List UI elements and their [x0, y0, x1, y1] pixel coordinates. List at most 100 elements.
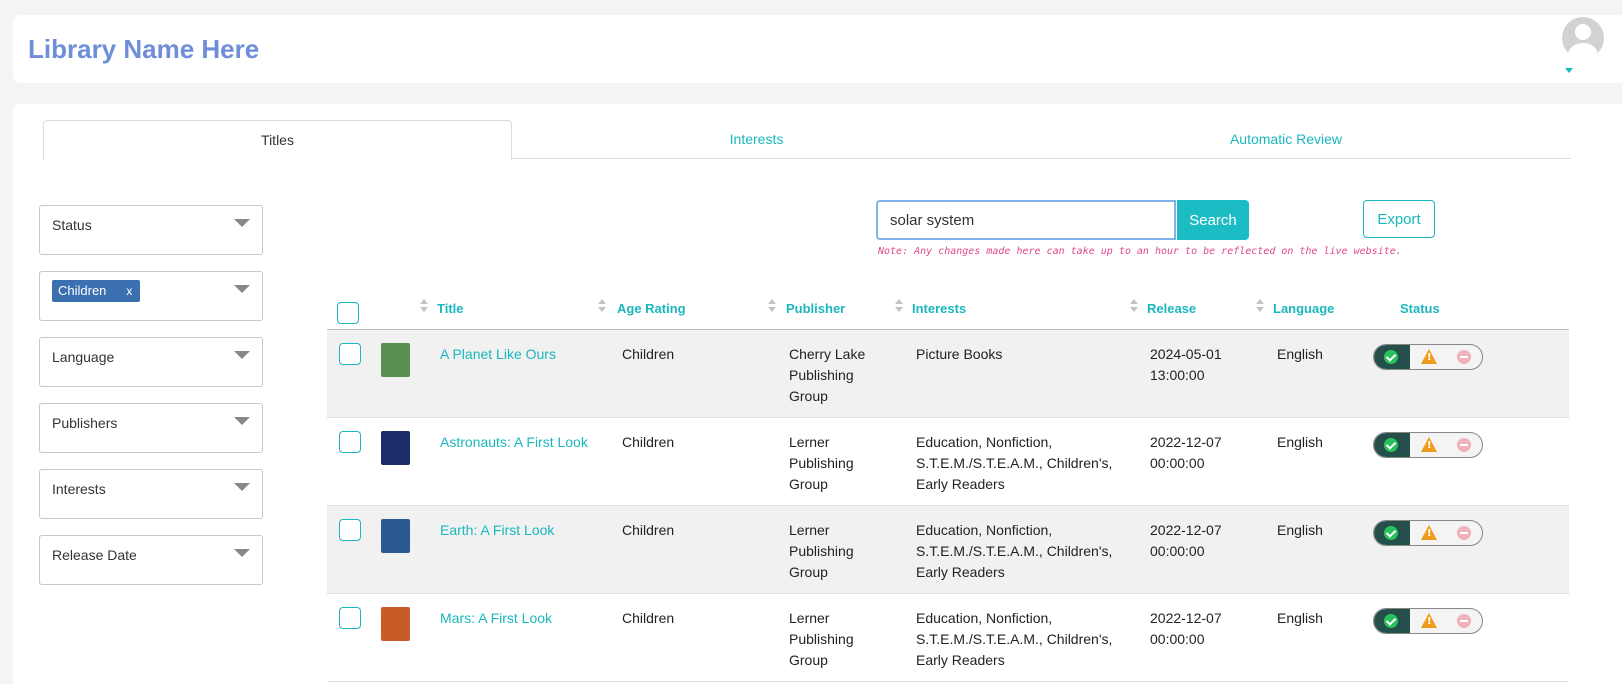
release-cell: 2022-12-07 00:00:00 [1150, 434, 1222, 471]
minus-icon [1457, 526, 1471, 540]
sort-icon[interactable] [1130, 299, 1138, 315]
age-rating-cell: Children [622, 434, 675, 450]
search-button[interactable]: Search [1177, 200, 1249, 240]
reject-button[interactable] [1447, 433, 1482, 457]
warning-icon [1421, 613, 1437, 628]
language-filter-label: Language [52, 349, 115, 365]
row-checkbox[interactable] [339, 343, 361, 365]
col-interests[interactable]: Interests [912, 301, 966, 316]
language-filter[interactable]: Language [39, 337, 263, 387]
sort-icon[interactable] [1256, 299, 1264, 315]
interests-cell: Picture Books [916, 346, 1003, 362]
book-cover-thumbnail[interactable] [381, 343, 410, 377]
age-rating-cell: Children [622, 346, 675, 362]
title-link[interactable]: Astronauts: A First Look [440, 432, 605, 453]
select-all-checkbox[interactable] [337, 302, 359, 324]
chevron-down-icon [234, 219, 250, 227]
release-date-filter[interactable]: Release Date [39, 535, 263, 585]
chip-label: Children [58, 283, 107, 298]
user-avatar-icon[interactable] [1562, 17, 1604, 59]
release-date-filter-label: Release Date [52, 547, 137, 563]
col-age-rating[interactable]: Age Rating [617, 301, 686, 316]
approve-button[interactable] [1374, 345, 1410, 369]
export-button[interactable]: Export [1363, 200, 1435, 238]
review-button[interactable] [1411, 345, 1447, 369]
warning-icon [1421, 525, 1437, 540]
table-row: A Planet Like Ours Children Cherry Lake … [327, 330, 1569, 418]
col-title[interactable]: Title [437, 301, 464, 316]
age-rating-cell: Children [622, 522, 675, 538]
language-cell: English [1277, 522, 1323, 538]
reject-button[interactable] [1447, 609, 1482, 633]
chip-remove-icon[interactable]: x [120, 280, 140, 302]
publisher-cell: Cherry Lake Publishing Group [789, 346, 866, 404]
sort-icon[interactable] [598, 299, 606, 315]
language-cell: English [1277, 434, 1323, 450]
title-link[interactable]: A Planet Like Ours [440, 344, 605, 365]
col-status: Status [1400, 301, 1440, 316]
sort-icon[interactable] [420, 299, 428, 315]
row-checkbox[interactable] [339, 431, 361, 453]
col-language[interactable]: Language [1273, 301, 1334, 316]
tab-titles[interactable]: Titles [43, 120, 512, 160]
book-cover-thumbnail[interactable] [381, 431, 410, 465]
publisher-cell: Lerner Publishing Group [789, 610, 854, 668]
tab-automatic-review[interactable]: Automatic Review [1001, 120, 1571, 159]
check-icon [1384, 526, 1398, 540]
note-text: Note: Any changes made here can take up … [878, 246, 1402, 257]
top-bar: Library Name Here [13, 15, 1622, 83]
titles-table: Title Age Rating Publisher Interests Rel… [327, 285, 1569, 682]
interests-cell: Education, Nonfiction, S.T.E.M./S.T.E.A.… [916, 522, 1113, 580]
check-icon [1384, 350, 1398, 364]
chevron-down-icon [234, 285, 250, 293]
reject-button[interactable] [1447, 521, 1482, 545]
title-link[interactable]: Mars: A First Look [440, 608, 605, 629]
interests-filter[interactable]: Interests [39, 469, 263, 519]
col-release[interactable]: Release [1147, 301, 1196, 316]
review-button[interactable] [1411, 433, 1447, 457]
reject-button[interactable] [1447, 345, 1482, 369]
col-publisher[interactable]: Publisher [786, 301, 845, 316]
approve-button[interactable] [1374, 609, 1410, 633]
chevron-down-icon [234, 483, 250, 491]
review-button[interactable] [1411, 609, 1447, 633]
library-name: Library Name Here [28, 34, 260, 64]
minus-icon [1457, 438, 1471, 452]
table-header: Title Age Rating Publisher Interests Rel… [327, 285, 1569, 330]
language-cell: English [1277, 610, 1323, 626]
status-toggle [1373, 608, 1483, 634]
minus-icon [1457, 350, 1471, 364]
sort-icon[interactable] [768, 299, 776, 315]
publishers-filter[interactable]: Publishers [39, 403, 263, 453]
row-checkbox[interactable] [339, 519, 361, 541]
check-icon [1384, 614, 1398, 628]
status-toggle [1373, 344, 1483, 370]
status-filter[interactable]: Status [39, 205, 263, 255]
age-rating-cell: Children [622, 610, 675, 626]
publisher-cell: Lerner Publishing Group [789, 522, 854, 580]
row-checkbox[interactable] [339, 607, 361, 629]
check-icon [1384, 438, 1398, 452]
avatar-dropdown-caret-icon[interactable] [1565, 68, 1573, 73]
minus-icon [1457, 614, 1471, 628]
status-toggle [1373, 520, 1483, 546]
age-filter[interactable]: Children x [39, 271, 263, 321]
interests-cell: Education, Nonfiction, S.T.E.M./S.T.E.A.… [916, 434, 1113, 492]
chevron-down-icon [234, 549, 250, 557]
approve-button[interactable] [1374, 433, 1410, 457]
tab-interests[interactable]: Interests [512, 120, 1001, 159]
publisher-cell: Lerner Publishing Group [789, 434, 854, 492]
interests-filter-label: Interests [52, 481, 106, 497]
sort-icon[interactable] [895, 299, 903, 315]
approve-button[interactable] [1374, 521, 1410, 545]
book-cover-thumbnail[interactable] [381, 519, 410, 553]
title-link[interactable]: Earth: A First Look [440, 520, 605, 541]
status-toggle [1373, 432, 1483, 458]
release-cell: 2022-12-07 00:00:00 [1150, 522, 1222, 559]
publishers-filter-label: Publishers [52, 415, 118, 431]
review-button[interactable] [1411, 521, 1447, 545]
tab-bar: Titles Interests Automatic Review [43, 120, 1571, 160]
book-cover-thumbnail[interactable] [381, 607, 410, 641]
language-cell: English [1277, 346, 1323, 362]
search-input[interactable] [876, 200, 1176, 240]
